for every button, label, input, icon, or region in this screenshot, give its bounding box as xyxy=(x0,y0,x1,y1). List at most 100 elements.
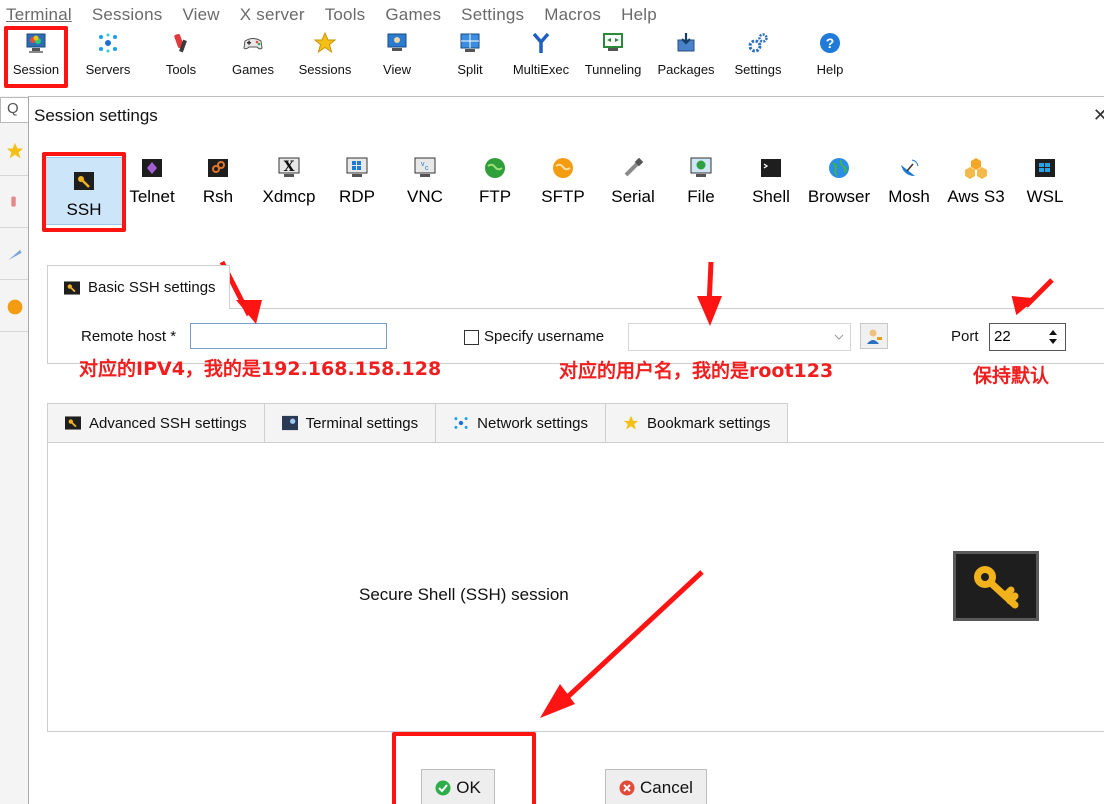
shell-icon xyxy=(761,159,781,177)
globe-icon xyxy=(829,158,849,178)
menu-view[interactable]: View xyxy=(182,5,219,25)
toolbar-label: Packages xyxy=(657,62,715,77)
toolbar-games-button[interactable]: Games xyxy=(218,32,288,86)
menu-games[interactable]: Games xyxy=(385,5,441,25)
port-label: Port xyxy=(951,328,979,345)
split-icon xyxy=(459,32,481,54)
tab-bookmark-settings[interactable]: Bookmark settings xyxy=(605,403,789,443)
menu-help[interactable]: Help xyxy=(621,5,657,25)
telnet-icon xyxy=(142,159,162,177)
serial-icon xyxy=(624,157,644,177)
session-type-vnc[interactable]: vc VNC xyxy=(403,157,447,225)
session-type-label: VNC xyxy=(407,187,443,206)
toolbar-label: Sessions xyxy=(298,62,352,77)
toolbar-label: Tunneling xyxy=(584,62,642,77)
help-icon: ? xyxy=(819,32,841,54)
session-type-ftp[interactable]: FTP xyxy=(473,157,517,225)
menu-terminal[interactable]: Terminal xyxy=(6,5,72,25)
session-type-browser[interactable]: Browser xyxy=(805,157,873,225)
session-type-xdmcp[interactable]: X Xdmcp xyxy=(257,157,321,225)
menu-x-server[interactable]: X server xyxy=(240,5,305,25)
terminal-icon xyxy=(281,415,298,431)
search-icon[interactable]: Q xyxy=(0,97,30,123)
toolbar-label: View xyxy=(383,62,411,77)
session-type-label: Browser xyxy=(807,187,871,206)
session-type-label: Serial xyxy=(611,187,655,206)
session-type-label: FTP xyxy=(478,187,512,206)
session-type-telnet[interactable]: Telnet xyxy=(127,157,177,225)
sidebar-sftp-tab[interactable] xyxy=(0,282,30,332)
session-highlight-box xyxy=(4,26,68,88)
sidebar-star-tab[interactable] xyxy=(0,126,30,176)
key-icon xyxy=(64,280,80,295)
menu-settings[interactable]: Settings xyxy=(461,5,524,25)
toolbar-multiexec-button[interactable]: MultiExec xyxy=(506,32,576,86)
port-spinbox[interactable]: 22 xyxy=(989,323,1066,351)
toolbar-label: Help xyxy=(816,62,844,77)
tab-label: Basic SSH settings xyxy=(88,279,216,296)
session-type-file[interactable]: File xyxy=(681,157,721,225)
cancel-button[interactable]: Cancel xyxy=(605,769,707,804)
menu-macros[interactable]: Macros xyxy=(544,5,601,25)
toolbar-packages-button[interactable]: Packages xyxy=(651,32,721,86)
session-type-rdp[interactable]: RDP xyxy=(335,157,379,225)
svg-text:X: X xyxy=(284,159,295,175)
close-icon[interactable]: ✕ xyxy=(1093,105,1104,126)
session-type-aws-s3[interactable]: Aws S3 xyxy=(943,157,1009,225)
dialog-title: Session settings xyxy=(34,106,158,125)
key-icon xyxy=(65,416,81,430)
tab-network-settings[interactable]: Network settings xyxy=(435,403,606,443)
satellite-dish-icon xyxy=(901,159,919,176)
spin-arrows-icon[interactable] xyxy=(1049,329,1057,345)
user-icon xyxy=(867,329,882,344)
session-type-shell[interactable]: Shell xyxy=(747,157,795,225)
svg-text:?: ? xyxy=(826,35,835,51)
specify-username-label: Specify username xyxy=(484,328,605,345)
toolbar-tunneling-button[interactable]: Tunneling xyxy=(578,32,648,86)
session-description-panel: Secure Shell (SSH) session xyxy=(47,442,1104,732)
tab-label: Network settings xyxy=(477,414,589,432)
aws-icon xyxy=(965,158,987,179)
sidebar-macros-tab[interactable] xyxy=(0,230,30,280)
toolbar-tools-button[interactable]: Tools xyxy=(146,32,216,86)
specify-username-checkbox[interactable] xyxy=(464,330,479,345)
multiexec-icon xyxy=(530,32,552,54)
xdmcp-icon: X xyxy=(278,157,300,177)
chevron-down-icon xyxy=(834,334,844,340)
sidebar-tools-tab[interactable] xyxy=(0,178,30,228)
username-combobox[interactable] xyxy=(628,323,851,351)
rdp-icon xyxy=(346,157,368,177)
toolbar-help-button[interactable]: ? Help xyxy=(795,32,865,86)
tab-advanced-ssh-settings[interactable]: Advanced SSH settings xyxy=(47,403,264,443)
session-type-wsl[interactable]: WSL xyxy=(1021,157,1069,225)
session-type-rsh[interactable]: Rsh xyxy=(196,157,240,225)
toolbar-view-button[interactable]: View xyxy=(362,32,432,86)
session-type-label: Xdmcp xyxy=(262,187,316,206)
view-icon xyxy=(386,32,408,54)
session-type-sftp[interactable]: SFTP xyxy=(537,157,589,225)
ssh-highlight-box xyxy=(42,152,126,232)
user-manager-button[interactable] xyxy=(860,323,888,349)
session-description: Secure Shell (SSH) session xyxy=(359,585,569,604)
port-value[interactable]: 22 xyxy=(994,328,1011,345)
toolbar-sessions-button[interactable]: Sessions xyxy=(290,32,360,86)
menu-sessions[interactable]: Sessions xyxy=(92,5,163,25)
toolbar-settings-button[interactable]: Settings xyxy=(723,32,793,86)
toolbar-split-button[interactable]: Split xyxy=(435,32,505,86)
tab-basic-ssh-settings[interactable]: Basic SSH settings xyxy=(47,265,230,309)
session-type-serial[interactable]: Serial xyxy=(607,157,659,225)
star-icon xyxy=(623,415,639,430)
session-type-mosh[interactable]: Mosh xyxy=(885,157,933,225)
menu-tools[interactable]: Tools xyxy=(325,5,366,25)
session-settings-dialog: Session settings ✕ SSH Telnet Rsh X Xdmc… xyxy=(28,96,1104,804)
toolbar-label: Settings xyxy=(734,62,782,77)
session-type-label: RDP xyxy=(339,187,375,206)
remote-host-input[interactable] xyxy=(190,323,387,349)
session-type-label: Aws S3 xyxy=(947,187,1005,206)
toolbar-label: Games xyxy=(232,62,274,77)
servers-icon xyxy=(97,32,119,54)
toolbar-servers-button[interactable]: Servers xyxy=(73,32,143,86)
ftp-icon xyxy=(485,158,505,178)
gear-icon xyxy=(747,32,769,54)
tab-terminal-settings[interactable]: Terminal settings xyxy=(263,403,436,443)
